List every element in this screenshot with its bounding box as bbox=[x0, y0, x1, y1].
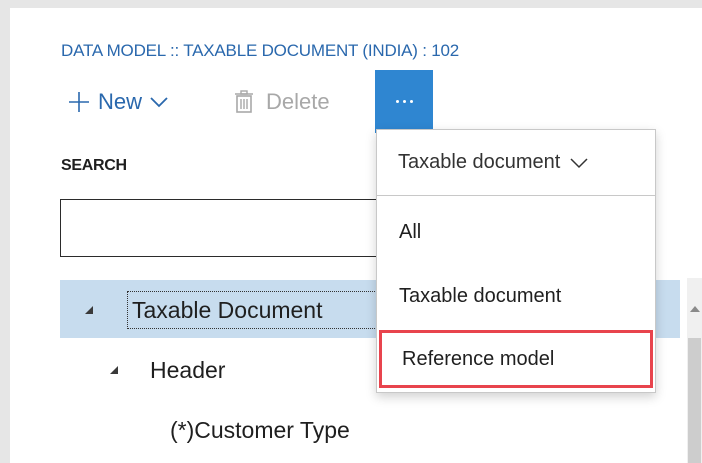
tree-node-label: Taxable Document bbox=[132, 297, 323, 323]
filter-select-value: Taxable document bbox=[398, 151, 561, 173]
tree-row[interactable]: (*)Customer Type bbox=[60, 400, 660, 458]
trash-icon bbox=[235, 90, 253, 113]
menu-item-taxable-document[interactable]: Taxable document bbox=[377, 267, 655, 325]
vertical-scrollbar[interactable] bbox=[687, 278, 702, 463]
delete-button-label: Delete bbox=[266, 89, 330, 114]
more-options-button[interactable] bbox=[375, 70, 433, 133]
tree-node-label: Header bbox=[150, 357, 226, 383]
data-model-panel: DATA MODEL :: TAXABLE DOCUMENT (INDIA) :… bbox=[10, 8, 702, 463]
ellipsis-icon bbox=[395, 100, 413, 103]
menu-item-reference-model[interactable]: Reference model bbox=[379, 330, 653, 388]
scroll-thumb[interactable] bbox=[688, 338, 701, 463]
menu-item-all[interactable]: All bbox=[377, 203, 655, 261]
chevron-down-icon bbox=[570, 157, 588, 168]
chevron-down-icon bbox=[150, 97, 168, 108]
expand-triangle-icon[interactable] bbox=[85, 306, 93, 314]
plus-icon bbox=[69, 92, 89, 112]
new-button-label: New bbox=[98, 89, 143, 114]
scroll-up-icon[interactable] bbox=[690, 306, 700, 312]
filter-select[interactable]: Taxable document bbox=[377, 130, 655, 196]
breadcrumb: DATA MODEL :: TAXABLE DOCUMENT (INDIA) :… bbox=[61, 41, 460, 60]
expand-triangle-icon[interactable] bbox=[110, 366, 118, 374]
more-options-dropdown: Taxable document All Taxable document Re… bbox=[376, 129, 656, 393]
tree-node-label: (*)Customer Type bbox=[170, 417, 350, 443]
delete-button[interactable]: Delete bbox=[234, 82, 330, 122]
search-input[interactable] bbox=[60, 199, 400, 257]
new-button[interactable]: New bbox=[68, 82, 168, 122]
search-label: SEARCH bbox=[61, 157, 127, 174]
